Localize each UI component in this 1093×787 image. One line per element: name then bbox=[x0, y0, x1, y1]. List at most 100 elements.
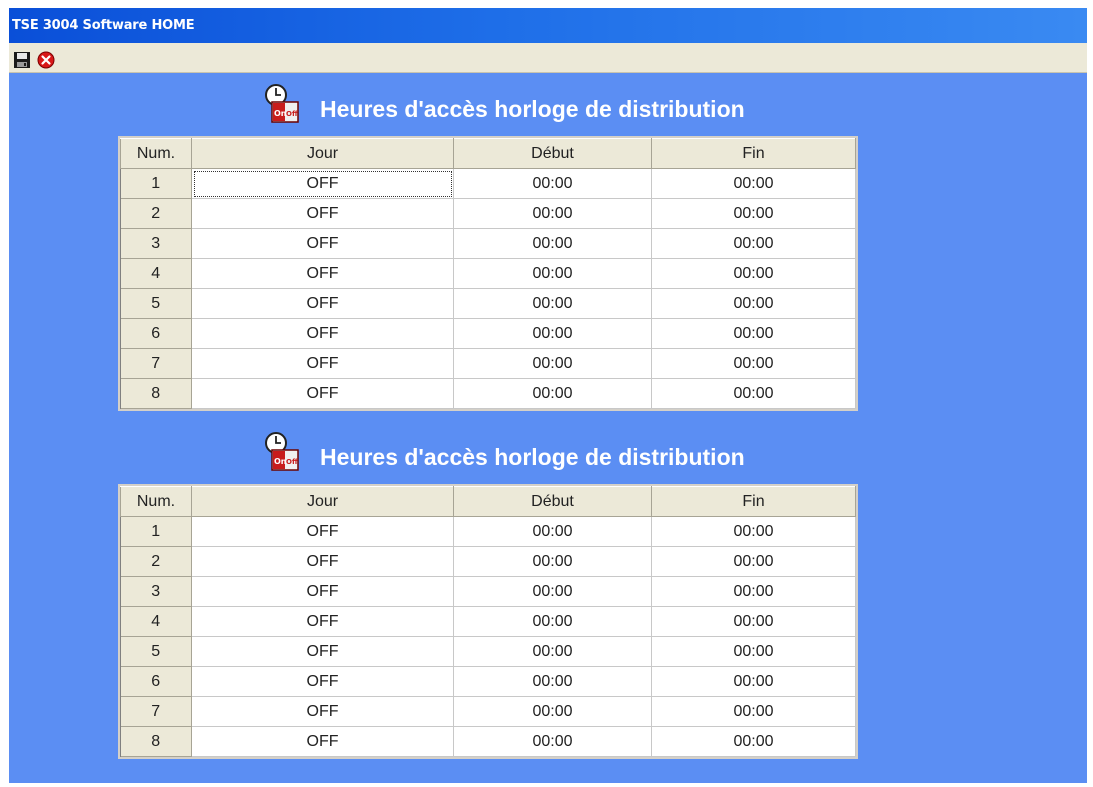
col-header-debut[interactable]: Début bbox=[453, 486, 652, 517]
jour-cell[interactable]: OFF bbox=[191, 378, 454, 409]
debut-cell[interactable]: 00:00 bbox=[453, 258, 652, 289]
jour-cell[interactable]: OFF bbox=[191, 228, 454, 259]
jour-cell[interactable]: OFF bbox=[191, 348, 454, 379]
row-num[interactable]: 4 bbox=[120, 258, 192, 289]
col-header-jour[interactable]: Jour bbox=[191, 138, 454, 169]
table-row: 8 OFF 00:00 00:00 bbox=[120, 726, 856, 757]
jour-cell[interactable]: OFF bbox=[191, 516, 454, 547]
row-num[interactable]: 5 bbox=[120, 636, 192, 667]
jour-cell[interactable]: OFF bbox=[191, 198, 454, 229]
row-num[interactable]: 2 bbox=[120, 546, 192, 577]
row-num[interactable]: 4 bbox=[120, 606, 192, 637]
row-num[interactable]: 7 bbox=[120, 348, 192, 379]
row-num[interactable]: 6 bbox=[120, 318, 192, 349]
debut-cell[interactable]: 00:00 bbox=[453, 576, 652, 607]
jour-cell[interactable]: OFF bbox=[191, 318, 454, 349]
col-header-num[interactable]: Num. bbox=[120, 486, 192, 517]
close-button[interactable] bbox=[37, 51, 55, 69]
col-header-fin[interactable]: Fin bbox=[651, 138, 856, 169]
clock-onoff-icon: On Off bbox=[265, 84, 299, 123]
debut-cell[interactable]: 00:00 bbox=[453, 516, 652, 547]
svg-text:On: On bbox=[274, 109, 287, 118]
table-row: 2 OFF 00:00 00:00 bbox=[120, 546, 856, 577]
section-header-1: On Off Heures d'accès horloge de distrib… bbox=[262, 83, 822, 133]
fin-cell[interactable]: 00:00 bbox=[651, 636, 856, 667]
fin-cell[interactable]: 00:00 bbox=[651, 666, 856, 697]
debut-cell[interactable]: 00:00 bbox=[453, 546, 652, 577]
row-num[interactable]: 3 bbox=[120, 576, 192, 607]
table-row: 3 OFF 00:00 00:00 bbox=[120, 228, 856, 259]
table-row: 7 OFF 00:00 00:00 bbox=[120, 696, 856, 727]
row-num[interactable]: 1 bbox=[120, 168, 192, 199]
fin-cell[interactable]: 00:00 bbox=[651, 168, 856, 199]
row-num[interactable]: 8 bbox=[120, 726, 192, 757]
jour-cell[interactable]: OFF bbox=[191, 546, 454, 577]
table-row: 1 OFF 00:00 00:00 bbox=[120, 516, 856, 547]
fin-cell[interactable]: 00:00 bbox=[651, 348, 856, 379]
debut-cell[interactable]: 00:00 bbox=[453, 168, 652, 199]
debut-cell[interactable]: 00:00 bbox=[453, 606, 652, 637]
table-row: 6 OFF 00:00 00:00 bbox=[120, 318, 856, 349]
fin-cell[interactable]: 00:00 bbox=[651, 516, 856, 547]
window-title: TSE 3004 Software HOME bbox=[12, 18, 195, 33]
fin-cell[interactable]: 00:00 bbox=[651, 318, 856, 349]
debut-cell[interactable]: 00:00 bbox=[453, 288, 652, 319]
row-num[interactable]: 8 bbox=[120, 378, 192, 409]
table-row: 5 OFF 00:00 00:00 bbox=[120, 288, 856, 319]
table-row: 8 OFF 00:00 00:00 bbox=[120, 378, 856, 409]
schedule-grid-1: Num. Jour Début Fin 1 OFF 00:00 00:00 2 OFF 0… bbox=[118, 136, 858, 411]
debut-cell[interactable]: 00:00 bbox=[453, 378, 652, 409]
debut-cell[interactable]: 00:00 bbox=[453, 228, 652, 259]
fin-cell[interactable]: 00:00 bbox=[651, 378, 856, 409]
col-header-fin[interactable]: Fin bbox=[651, 486, 856, 517]
row-num[interactable]: 1 bbox=[120, 516, 192, 547]
col-header-jour[interactable]: Jour bbox=[191, 486, 454, 517]
row-num[interactable]: 3 bbox=[120, 228, 192, 259]
fin-cell[interactable]: 00:00 bbox=[651, 726, 856, 757]
row-num[interactable]: 2 bbox=[120, 198, 192, 229]
fin-cell[interactable]: 00:00 bbox=[651, 288, 856, 319]
client-area: On Off Heures d'accès horloge de distrib… bbox=[9, 73, 1087, 783]
jour-cell[interactable]: OFF bbox=[191, 168, 454, 199]
debut-cell[interactable]: 00:00 bbox=[453, 726, 652, 757]
jour-cell[interactable]: OFF bbox=[191, 576, 454, 607]
debut-cell[interactable]: 00:00 bbox=[453, 348, 652, 379]
fin-cell[interactable]: 00:00 bbox=[651, 576, 856, 607]
close-icon bbox=[37, 51, 55, 69]
jour-cell[interactable]: OFF bbox=[191, 636, 454, 667]
debut-cell[interactable]: 00:00 bbox=[453, 696, 652, 727]
debut-cell[interactable]: 00:00 bbox=[453, 318, 652, 349]
toolbar bbox=[9, 43, 1087, 73]
fin-cell[interactable]: 00:00 bbox=[651, 258, 856, 289]
grid-header-row: Num. Jour Début Fin bbox=[120, 138, 856, 169]
clock-onoff-icon: On Off bbox=[265, 432, 299, 471]
title-bar[interactable]: TSE 3004 Software HOME bbox=[9, 8, 1087, 43]
jour-cell[interactable]: OFF bbox=[191, 606, 454, 637]
fin-cell[interactable]: 00:00 bbox=[651, 606, 856, 637]
row-num[interactable]: 6 bbox=[120, 666, 192, 697]
debut-cell[interactable]: 00:00 bbox=[453, 666, 652, 697]
col-header-num[interactable]: Num. bbox=[120, 138, 192, 169]
save-button[interactable] bbox=[13, 51, 31, 69]
jour-cell[interactable]: OFF bbox=[191, 666, 454, 697]
table-row: 3 OFF 00:00 00:00 bbox=[120, 576, 856, 607]
debut-cell[interactable]: 00:00 bbox=[453, 636, 652, 667]
fin-cell[interactable]: 00:00 bbox=[651, 546, 856, 577]
row-num[interactable]: 5 bbox=[120, 288, 192, 319]
fin-cell[interactable]: 00:00 bbox=[651, 696, 856, 727]
jour-cell[interactable]: OFF bbox=[191, 288, 454, 319]
row-num[interactable]: 7 bbox=[120, 696, 192, 727]
fin-cell[interactable]: 00:00 bbox=[651, 198, 856, 229]
col-header-debut[interactable]: Début bbox=[453, 138, 652, 169]
debut-cell[interactable]: 00:00 bbox=[453, 198, 652, 229]
fin-cell[interactable]: 00:00 bbox=[651, 228, 856, 259]
table-row: 6 OFF 00:00 00:00 bbox=[120, 666, 856, 697]
table-row: 5 OFF 00:00 00:00 bbox=[120, 636, 856, 667]
jour-cell[interactable]: OFF bbox=[191, 726, 454, 757]
svg-text:Off: Off bbox=[286, 458, 298, 466]
section-heading: Heures d'accès horloge de distribution bbox=[320, 96, 745, 122]
schedule-grid-2: Num. Jour Début Fin 1 OFF 00:00 00:00 2 OFF 0… bbox=[118, 484, 858, 759]
section-header-2: On Off Heures d'accès horloge de distrib… bbox=[262, 431, 822, 481]
jour-cell[interactable]: OFF bbox=[191, 258, 454, 289]
jour-cell[interactable]: OFF bbox=[191, 696, 454, 727]
